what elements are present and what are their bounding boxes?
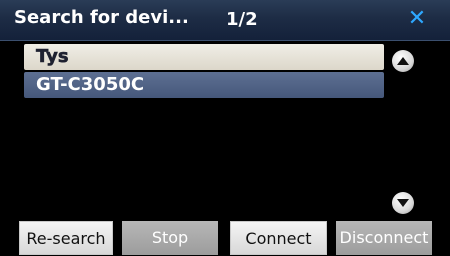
page-indicator: 1/2 (226, 9, 258, 30)
device-item-gt-c3050c[interactable]: GT-C3050C (24, 72, 384, 98)
disconnect-button[interactable]: Disconnect (336, 221, 432, 255)
stop-button[interactable]: Stop (122, 221, 218, 255)
scroll-up-button[interactable] (392, 50, 414, 72)
device-item-label: Tys (36, 46, 69, 68)
page-title: Search for devi... (14, 7, 189, 28)
title-bar: Search for devi... 1/2 ✕ (0, 0, 450, 41)
bluetooth-search-screen: Search for devi... 1/2 ✕ Tys GT-C3050C R… (0, 0, 450, 256)
connect-button[interactable]: Connect (230, 221, 327, 255)
close-icon[interactable]: ✕ (402, 4, 432, 34)
device-item-tys[interactable]: Tys (24, 44, 384, 70)
research-button[interactable]: Re-search (19, 221, 113, 255)
scroll-down-button[interactable] (392, 192, 414, 214)
device-list: Tys GT-C3050C (24, 44, 384, 100)
triangle-down-icon (397, 199, 409, 207)
device-item-label: GT-C3050C (36, 74, 145, 95)
triangle-up-icon (397, 57, 409, 65)
